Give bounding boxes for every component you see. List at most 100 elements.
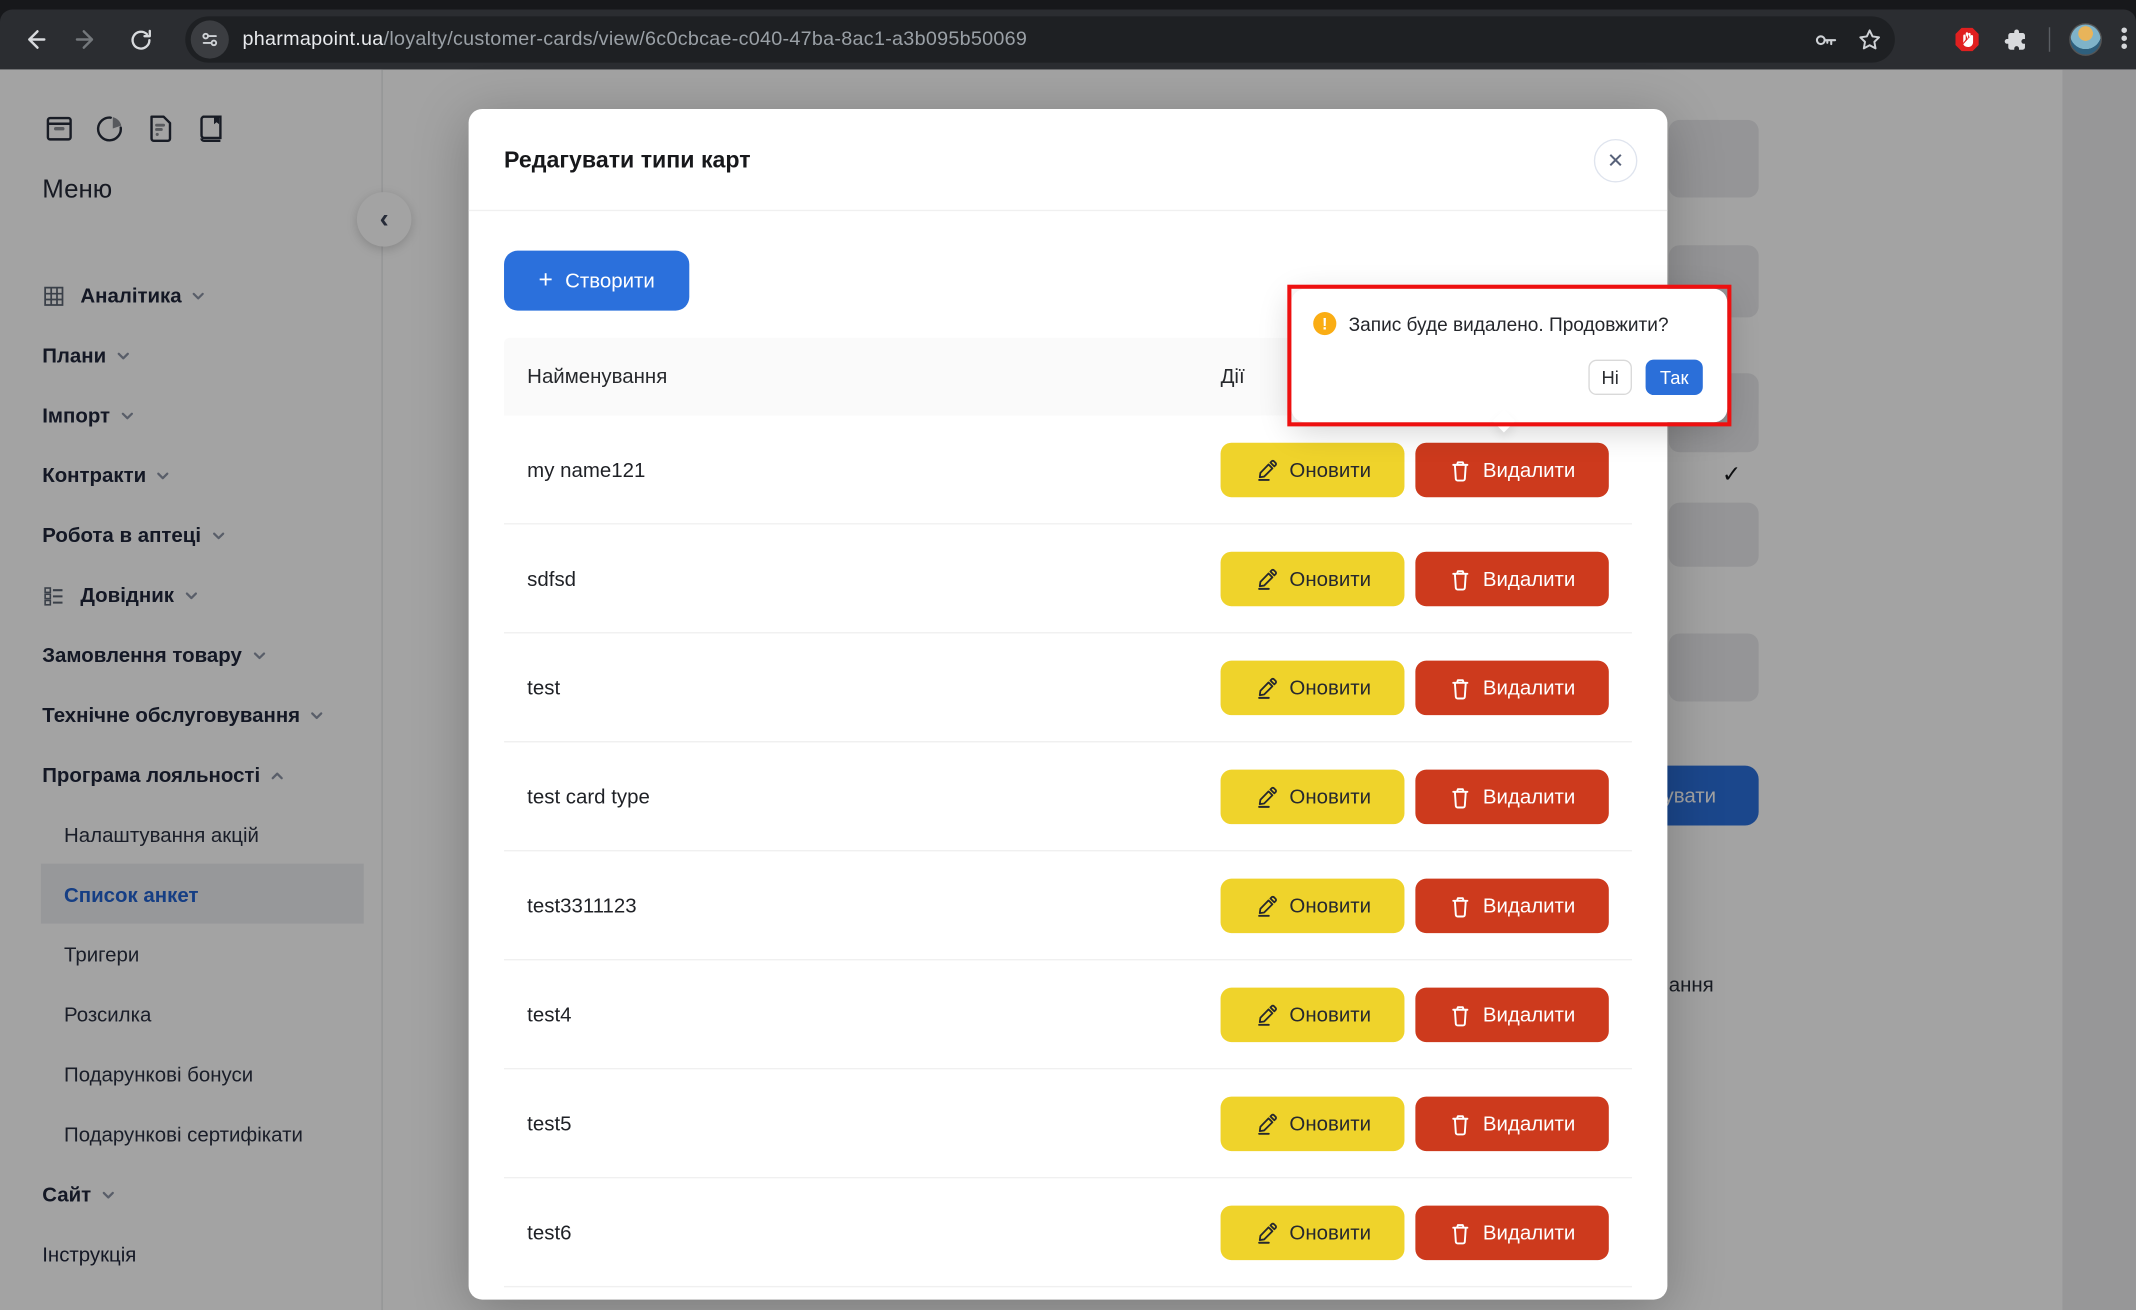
card-type-name: test3311123 — [527, 851, 636, 960]
delete-button-label: Видалити — [1483, 676, 1575, 699]
delete-button[interactable]: Видалити — [1415, 1206, 1608, 1260]
update-button-label: Оновити — [1289, 1003, 1371, 1026]
toolbar-surface: pharmapoint.ua/loyalty/customer-cards/vi… — [0, 10, 2136, 70]
delete-button-label: Видалити — [1483, 1221, 1575, 1244]
card-type-name: sdfsd — [527, 524, 576, 633]
edit-pencil-icon — [1254, 1003, 1277, 1026]
delete-button-label: Видалити — [1483, 894, 1575, 917]
delete-button-label: Видалити — [1483, 1003, 1575, 1026]
url-text: pharmapoint.ua/loyalty/customer-cards/vi… — [242, 29, 1027, 51]
popconfirm-yes-button[interactable]: Так — [1646, 360, 1703, 395]
delete-button[interactable]: Видалити — [1415, 443, 1608, 497]
create-button-label: Створити — [565, 269, 655, 292]
site-settings-icon — [199, 29, 221, 51]
delete-button[interactable]: Видалити — [1415, 879, 1608, 933]
trash-icon — [1449, 1221, 1471, 1244]
screenshot-stage: pharmapoint.ua/loyalty/customer-cards/vi… — [0, 0, 2136, 1310]
edit-pencil-icon — [1254, 1221, 1277, 1244]
delete-popconfirm: ! Запис буде видалено. Продовжити? Ні Та… — [1291, 289, 1727, 422]
url-bar[interactable]: pharmapoint.ua/loyalty/customer-cards/vi… — [185, 16, 1895, 62]
card-type-name: test card type — [527, 742, 650, 851]
back-button[interactable] — [11, 16, 57, 62]
column-header-name: Найменування — [527, 338, 667, 416]
create-button[interactable]: + Створити — [504, 251, 689, 311]
edit-pencil-icon — [1254, 785, 1277, 808]
reload-icon — [127, 27, 153, 53]
url-domain: pharmapoint.ua — [242, 29, 383, 51]
popconfirm-no-button[interactable]: Ні — [1588, 360, 1632, 395]
table-row: test5 Оновити Видалити — [504, 1069, 1632, 1178]
update-button-label: Оновити — [1289, 894, 1371, 917]
delete-button[interactable]: Видалити — [1415, 770, 1608, 824]
modal-close-button[interactable]: ✕ — [1594, 139, 1638, 183]
update-button[interactable]: Оновити — [1221, 879, 1405, 933]
update-button[interactable]: Оновити — [1221, 661, 1405, 715]
table-row: test Оновити Видалити — [504, 633, 1632, 742]
column-header-actions: Дії — [1221, 338, 1245, 416]
delete-button[interactable]: Видалити — [1415, 988, 1608, 1042]
site-info-button[interactable] — [191, 20, 229, 58]
card-types-table: Найменування Дії my name121 Оновити Вида… — [504, 338, 1632, 1287]
table-row: test3311123 Оновити Видалити — [504, 851, 1632, 960]
update-button-label: Оновити — [1289, 1112, 1371, 1135]
edit-pencil-icon — [1254, 894, 1277, 917]
card-type-name: test — [527, 633, 560, 742]
card-type-name: test5 — [527, 1069, 571, 1178]
edit-pencil-icon — [1254, 458, 1277, 481]
update-button[interactable]: Оновити — [1221, 770, 1405, 824]
popconfirm-message: Запис буде видалено. Продовжити? — [1349, 313, 1669, 335]
trash-icon — [1449, 567, 1471, 590]
update-button-label: Оновити — [1289, 1221, 1371, 1244]
close-icon: ✕ — [1607, 148, 1624, 173]
toolbar-separator — [2048, 27, 2049, 52]
table-row: sdfsd Оновити Видалити — [504, 524, 1632, 633]
delete-button-label: Видалити — [1483, 458, 1575, 481]
extensions-puzzle-icon[interactable] — [2001, 25, 2030, 54]
key-icon[interactable] — [1810, 25, 1839, 54]
forward-button[interactable] — [64, 16, 110, 62]
warning-icon: ! — [1313, 312, 1336, 335]
update-button[interactable]: Оновити — [1221, 552, 1405, 606]
card-type-name: my name121 — [527, 415, 645, 524]
modal-title: Редагувати типи карт — [504, 147, 751, 174]
table-row: test4 Оновити Видалити — [504, 960, 1632, 1069]
browser-menu-button[interactable]: ••• — [2121, 27, 2128, 52]
forward-arrow-icon — [74, 26, 101, 53]
reload-button[interactable] — [117, 16, 163, 62]
update-button[interactable]: Оновити — [1221, 1206, 1405, 1260]
adblock-hand-icon[interactable] — [1952, 25, 1982, 55]
delete-button-label: Видалити — [1483, 567, 1575, 590]
plus-icon: + — [539, 265, 553, 294]
trash-icon — [1449, 676, 1471, 699]
edit-pencil-icon — [1254, 1112, 1277, 1135]
update-button[interactable]: Оновити — [1221, 443, 1405, 497]
table-row: test6 Оновити Видалити — [504, 1178, 1632, 1287]
bookmark-star-icon[interactable] — [1855, 25, 1884, 54]
url-path: /loyalty/customer-cards/view/6c0cbcae-c0… — [384, 29, 1028, 51]
update-button-label: Оновити — [1289, 785, 1371, 808]
profile-avatar[interactable] — [2069, 23, 2102, 56]
trash-icon — [1449, 458, 1471, 481]
table-row: test card type Оновити Видалити — [504, 742, 1632, 851]
table-row: my name121 Оновити Видалити — [504, 415, 1632, 524]
trash-icon — [1449, 1003, 1471, 1026]
trash-icon — [1449, 785, 1471, 808]
edit-card-types-modal: Редагувати типи карт ✕ + Створити Наймен… — [469, 109, 1668, 1300]
delete-button[interactable]: Видалити — [1415, 661, 1608, 715]
card-type-name: test4 — [527, 960, 571, 1069]
back-arrow-icon — [20, 26, 47, 53]
update-button[interactable]: Оновити — [1221, 1097, 1405, 1151]
trash-icon — [1449, 1112, 1471, 1135]
update-button-label: Оновити — [1289, 458, 1371, 481]
modal-header: Редагувати типи карт ✕ — [469, 109, 1668, 211]
delete-button[interactable]: Видалити — [1415, 1097, 1608, 1151]
update-button-label: Оновити — [1289, 676, 1371, 699]
edit-pencil-icon — [1254, 676, 1277, 699]
delete-button-label: Видалити — [1483, 785, 1575, 808]
update-button[interactable]: Оновити — [1221, 988, 1405, 1042]
delete-button-label: Видалити — [1483, 1112, 1575, 1135]
trash-icon — [1449, 894, 1471, 917]
delete-button[interactable]: Видалити — [1415, 552, 1608, 606]
update-button-label: Оновити — [1289, 567, 1371, 590]
edit-pencil-icon — [1254, 567, 1277, 590]
